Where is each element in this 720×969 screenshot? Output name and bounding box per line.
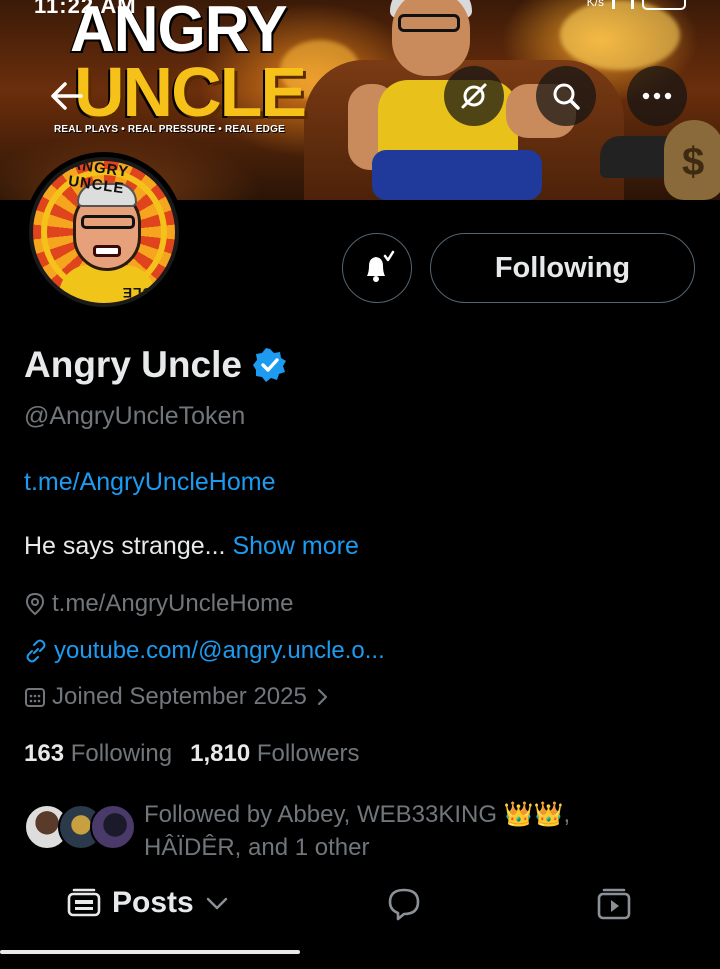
profile-tabs: Posts	[0, 872, 720, 952]
chevron-right-icon	[317, 688, 327, 706]
man-glasses	[398, 14, 460, 32]
posts-icon	[67, 888, 101, 917]
banner-tagline: REAL PLAYS • REAL PRESSURE • REAL EDGE	[54, 124, 285, 135]
following-count: 163	[24, 740, 65, 767]
show-more-link[interactable]: Show more	[232, 532, 358, 560]
location-text: t.me/AngryUncleHome	[52, 590, 294, 617]
search-icon	[553, 83, 580, 110]
chevron-down-icon	[206, 897, 227, 910]
follow-counts: 163 Following 1,810 Followers	[24, 740, 360, 768]
status-time: 11:22 AM	[34, 0, 137, 18]
avatar-glasses	[81, 215, 135, 229]
followers-count: 1,810	[190, 740, 251, 767]
avatar-image: ANGRY UNCLE ANGRY UNCLE	[29, 157, 179, 307]
link-icon	[26, 639, 46, 663]
followers-count-link[interactable]: 1,810 Followers	[190, 740, 359, 768]
display-name: Angry Uncle	[24, 344, 242, 385]
back-arrow-icon	[51, 82, 83, 110]
joined-row[interactable]: Joined September 2025	[24, 683, 331, 711]
avatar-mouth	[93, 245, 121, 257]
profile-avatar[interactable]: ANGRY UNCLE ANGRY UNCLE	[24, 152, 184, 312]
calendar-icon	[25, 688, 45, 707]
bio: He says strange... Show more	[24, 532, 359, 561]
avatar	[90, 804, 136, 850]
tab-media[interactable]	[596, 886, 632, 922]
bell-check-icon	[367, 250, 395, 282]
follower-avatars	[24, 804, 136, 852]
money-bag: $	[664, 120, 720, 200]
tab-replies[interactable]	[386, 886, 422, 922]
status-icons: K/s	[587, 0, 686, 10]
following-count-link[interactable]: 163 Following	[24, 740, 172, 768]
joined-text: Joined September 2025	[52, 683, 307, 710]
man-head	[392, 0, 470, 76]
banner-logo-uncle: UNCLE	[74, 53, 307, 131]
fire-flare	[560, 0, 680, 70]
following-button[interactable]: Following	[430, 233, 695, 303]
net-speed: K/s	[586, 0, 604, 9]
notifications-button[interactable]	[342, 233, 412, 303]
verified-badge-icon[interactable]	[252, 347, 288, 383]
website-link[interactable]: youtube.com/@angry.uncle.o...	[54, 637, 385, 665]
more-options-button[interactable]	[627, 66, 687, 126]
more-dots-icon	[642, 92, 672, 100]
website-row[interactable]: youtube.com/@angry.uncle.o...	[24, 637, 385, 665]
location-row: t.me/AngryUncleHome	[24, 590, 293, 618]
tab-posts[interactable]: Posts	[66, 886, 230, 920]
bio-link[interactable]: t.me/AngryUncleHome	[24, 468, 275, 497]
name-row: Angry Uncle	[24, 344, 288, 386]
followers-label: Followers	[256, 740, 360, 767]
grok-icon	[461, 83, 487, 109]
followed-by-text: Followed by Abbey, WEB33KING 👑👑, HÂÏDÊR,…	[144, 801, 571, 861]
back-button[interactable]	[46, 78, 86, 114]
signal-icon	[612, 0, 634, 9]
bio-text: He says strange...	[24, 532, 233, 560]
search-button[interactable]	[536, 66, 596, 126]
money-sign: $	[682, 140, 705, 184]
media-play-icon	[597, 888, 631, 920]
reply-bubble-icon	[388, 888, 420, 921]
man-shorts	[372, 150, 542, 200]
tab-posts-label: Posts	[112, 886, 194, 919]
grok-button[interactable]	[444, 66, 504, 126]
avatar-text-bottom: ANGRY UNCLE	[120, 285, 175, 303]
following-label: Following	[70, 740, 173, 767]
user-handle: @AngryUncleToken	[24, 402, 246, 430]
followed-by[interactable]: Followed by Abbey, WEB33KING 👑👑, HÂÏDÊR,…	[24, 798, 624, 864]
active-tab-indicator	[0, 950, 300, 954]
battery-icon	[642, 0, 686, 10]
location-pin-icon	[25, 592, 45, 616]
